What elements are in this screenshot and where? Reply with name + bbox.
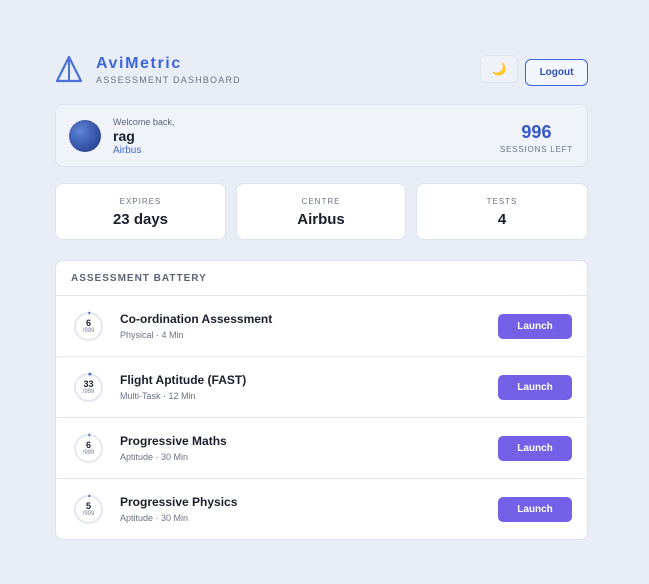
stat-value: 4 — [497, 211, 507, 228]
launch-button[interactable]: Launch — [498, 497, 572, 522]
stat-expires: EXPIRES 23 days — [55, 183, 226, 240]
test-info: Progressive Maths Aptitude · 30 Min — [120, 434, 227, 462]
test-name: Co-ordination Assessment — [120, 312, 273, 326]
avatar — [69, 120, 101, 152]
brand: AviMetric ASSESSMENT DASHBOARD — [96, 55, 241, 86]
usage-count: 6 — [85, 318, 91, 328]
test-row: 6 /999 Progressive Maths Aptitude · 30 M… — [56, 418, 587, 479]
sessions-count: 996 — [521, 122, 552, 142]
test-meta: Aptitude · 30 Min — [120, 452, 189, 462]
header: AviMetric ASSESSMENT DASHBOARD 🌙 Logout — [55, 55, 588, 87]
test-info: Co-ordination Assessment Physical · 4 Mi… — [120, 312, 272, 340]
brand-name: AviMetric — [96, 55, 182, 72]
user-name: rag — [113, 128, 135, 144]
test-meta: Physical · 4 Min — [120, 330, 184, 340]
launch-button[interactable]: Launch — [498, 436, 572, 461]
welcome-text: Welcome back, rag Airbus — [113, 117, 174, 156]
usage-ring: 5 /999 — [73, 494, 104, 525]
stat-label: TESTS — [486, 197, 518, 206]
sessions-label: SESSIONS LEFT — [499, 145, 573, 154]
assessment-battery-panel: ASSESSMENT BATTERY 6 /999 Co-ordination … — [55, 260, 588, 540]
launch-button[interactable]: Launch — [498, 375, 572, 400]
test-row: 33 /999 Flight Aptitude (FAST) Multi-Tas… — [56, 357, 587, 418]
battery-title: ASSESSMENT BATTERY — [56, 261, 587, 296]
usage-count: 5 — [85, 501, 91, 511]
user-organisation: Airbus — [113, 145, 142, 156]
usage-max: /999 — [82, 511, 95, 517]
stat-centre: CENTRE Airbus — [236, 183, 406, 240]
test-meta: Multi-Task · 12 Min — [120, 391, 196, 401]
sessions-left: 996 SESSIONS LEFT — [500, 122, 573, 154]
test-row: 5 /999 Progressive Physics Aptitude · 30… — [56, 479, 587, 539]
usage-ring: 6 /999 — [73, 433, 104, 464]
usage-max: /999 — [82, 450, 95, 456]
theme-toggle-button[interactable]: 🌙 — [480, 55, 518, 83]
stat-label: EXPIRES — [119, 197, 162, 206]
brand-subtitle: ASSESSMENT DASHBOARD — [96, 75, 241, 85]
test-info: Progressive Physics Aptitude · 30 Min — [120, 495, 237, 523]
welcome-greeting: Welcome back, — [113, 117, 175, 127]
welcome-card: Welcome back, rag Airbus 996 SESSIONS LE… — [55, 104, 588, 167]
usage-max: /999 — [82, 328, 95, 334]
sail-triangle-icon — [55, 55, 83, 83]
test-name: Progressive Maths — [120, 434, 227, 448]
test-row: 6 /999 Co-ordination Assessment Physical… — [56, 296, 587, 357]
stat-value: Airbus — [297, 211, 345, 228]
test-meta: Aptitude · 30 Min — [120, 513, 189, 523]
stat-label: CENTRE — [301, 197, 341, 206]
test-name: Flight Aptitude (FAST) — [120, 373, 247, 387]
logout-button[interactable]: Logout — [525, 59, 588, 86]
usage-max: /999 — [82, 389, 95, 395]
stat-value: 23 days — [112, 211, 169, 228]
stat-tests: TESTS 4 — [416, 183, 588, 240]
usage-ring: 33 /999 — [73, 372, 104, 403]
test-info: Flight Aptitude (FAST) Multi-Task · 12 M… — [120, 373, 246, 401]
usage-count: 33 — [83, 379, 94, 389]
usage-count: 6 — [85, 440, 91, 450]
usage-ring: 6 /999 — [73, 311, 104, 342]
launch-button[interactable]: Launch — [498, 314, 572, 339]
moon-icon: 🌙 — [491, 62, 507, 76]
test-name: Progressive Physics — [120, 495, 238, 509]
